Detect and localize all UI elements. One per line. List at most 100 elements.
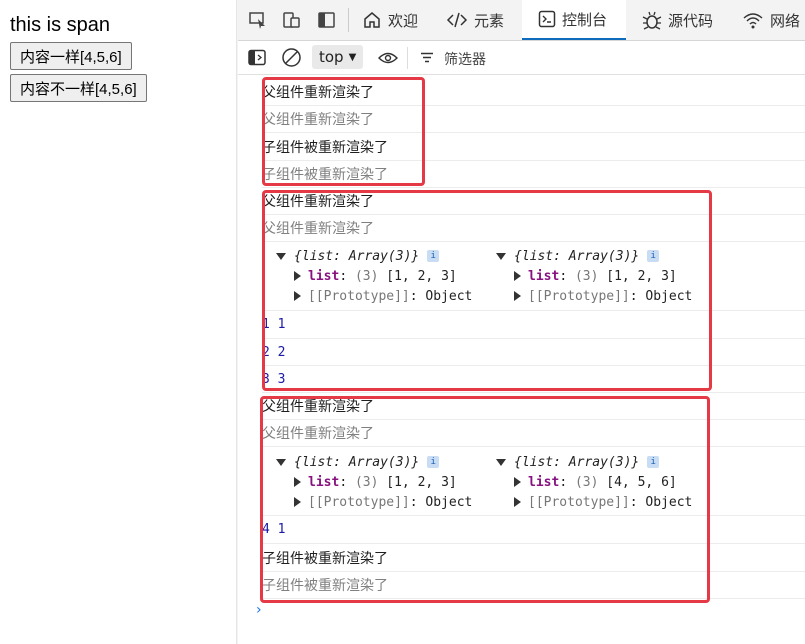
log-message: 子组件被重新渲染了 xyxy=(262,544,805,572)
console-toolbar: top ▼ 筛选器 xyxy=(238,41,805,75)
log-message: 子组件被重新渲染了 xyxy=(262,133,805,161)
object-summary: {list: Array(3)} xyxy=(294,248,420,264)
collapse-triangle-icon xyxy=(514,477,521,487)
object-log[interactable]: {list: Array(3)} i list: (3) [1, 2, 3] [[… xyxy=(496,246,692,306)
page-preview: this is span 内容一样[4,5,6] 内容不一样[4,5,6] xyxy=(0,0,237,644)
tab-welcome[interactable]: 欢迎 xyxy=(362,0,418,40)
collapse-triangle-icon xyxy=(294,497,301,507)
context-value: top xyxy=(319,48,344,66)
log-message: 父组件重新渲染了 xyxy=(262,420,805,447)
same-content-button[interactable]: 内容一样[4,5,6] xyxy=(10,42,132,70)
prototype-value: Object xyxy=(645,494,693,510)
info-icon: i xyxy=(427,456,440,468)
object-summary: {list: Array(3)} xyxy=(514,454,640,470)
collapse-triangle-icon xyxy=(514,271,521,281)
inspect-icon[interactable] xyxy=(248,10,268,30)
log-message: 父组件重新渲染了 xyxy=(262,78,805,106)
filter-icon xyxy=(421,52,433,63)
object-header[interactable]: {list: Array(3)} i xyxy=(496,452,692,472)
info-icon: i xyxy=(647,456,660,468)
filter-input[interactable]: 筛选器 xyxy=(444,49,486,69)
object-property[interactable]: list: (3) [1, 2, 3] xyxy=(276,266,472,286)
object-property[interactable]: list: (3) [1, 2, 3] xyxy=(496,266,692,286)
array-count: (3) xyxy=(354,268,379,284)
console-prompt[interactable]: › xyxy=(256,602,262,618)
device-emulation-icon[interactable] xyxy=(282,10,302,30)
tab-console[interactable]: 控制台 xyxy=(522,0,626,40)
log-message: 父组件重新渲染了 xyxy=(262,106,805,133)
devtools-panel: 欢迎 元素 控制台 源代码 网络 top ▼ 筛选器 父组件重新渲染了 父组件重… xyxy=(238,0,805,644)
expand-triangle-icon xyxy=(276,458,286,466)
object-prototype[interactable]: [[Prototype]]: Object xyxy=(496,286,692,306)
toolbar-divider xyxy=(348,8,349,32)
info-icon: i xyxy=(647,250,660,262)
expand-triangle-icon xyxy=(276,252,286,260)
log-number: 2 2 xyxy=(262,339,805,366)
log-number: 4 1 xyxy=(262,516,805,544)
log-number: 3 3 xyxy=(262,366,805,393)
code-icon xyxy=(446,12,468,28)
property-value: [1, 2, 3] xyxy=(606,268,677,284)
tab-label: 元素 xyxy=(474,11,505,30)
object-prototype[interactable]: [[Prototype]]: Object xyxy=(276,492,472,512)
dropdown-arrow-icon: ▼ xyxy=(348,51,357,63)
object-property[interactable]: list: (3) [1, 2, 3] xyxy=(276,472,472,492)
devtools-tabbar: 欢迎 元素 控制台 源代码 网络 xyxy=(238,0,805,41)
span-text: this is span xyxy=(10,14,111,36)
prototype-key: [[Prototype]] xyxy=(308,288,410,304)
prototype-key: [[Prototype]] xyxy=(308,494,410,510)
array-count: (3) xyxy=(574,474,599,490)
log-message: 父组件重新渲染了 xyxy=(262,393,805,420)
tab-label: 网络 xyxy=(770,11,801,30)
sidebar-toggle-icon[interactable] xyxy=(248,49,266,66)
object-summary: {list: Array(3)} xyxy=(294,454,420,470)
log-message: 子组件被重新渲染了 xyxy=(262,572,805,599)
dock-side-icon[interactable] xyxy=(317,10,337,30)
tab-network[interactable]: 网络 xyxy=(742,0,800,40)
property-key: list xyxy=(308,474,340,490)
wifi-icon xyxy=(743,13,763,29)
object-summary: {list: Array(3)} xyxy=(514,248,640,264)
prototype-key: [[Prototype]] xyxy=(528,288,630,304)
object-header[interactable]: {list: Array(3)} i xyxy=(276,452,472,472)
property-value: [1, 2, 3] xyxy=(386,268,457,284)
expand-triangle-icon xyxy=(496,458,506,466)
clear-console-icon[interactable] xyxy=(281,47,302,68)
object-header[interactable]: {list: Array(3)} i xyxy=(276,246,472,266)
object-property[interactable]: list: (3) [4, 5, 6] xyxy=(496,472,692,492)
prototype-key: [[Prototype]] xyxy=(528,494,630,510)
array-count: (3) xyxy=(354,474,379,490)
live-expression-eye-icon[interactable] xyxy=(378,51,398,65)
console-icon xyxy=(538,10,556,28)
property-key: list xyxy=(528,474,560,490)
home-icon xyxy=(364,12,380,28)
property-value: [4, 5, 6] xyxy=(606,474,677,490)
tab-label: 源代码 xyxy=(668,11,714,30)
collapse-triangle-icon xyxy=(294,271,301,281)
tab-elements[interactable]: 元素 xyxy=(446,0,504,40)
bug-icon xyxy=(642,11,662,30)
different-content-button[interactable]: 内容不一样[4,5,6] xyxy=(10,74,147,102)
prototype-value: Object xyxy=(425,494,473,510)
object-log[interactable]: {list: Array(3)} i list: (3) [1, 2, 3] [[… xyxy=(276,452,472,512)
collapse-triangle-icon xyxy=(294,291,301,301)
prototype-value: Object xyxy=(645,288,693,304)
object-header[interactable]: {list: Array(3)} i xyxy=(496,246,692,266)
object-log[interactable]: {list: Array(3)} i list: (3) [1, 2, 3] [[… xyxy=(276,246,472,306)
property-key: list xyxy=(528,268,560,284)
console-output: 父组件重新渲染了 父组件重新渲染了 子组件被重新渲染了 子组件被重新渲染了 父组… xyxy=(238,75,805,644)
tab-label: 欢迎 xyxy=(388,11,419,30)
log-message: 父组件重新渲染了 xyxy=(262,215,805,242)
property-value: [1, 2, 3] xyxy=(386,474,457,490)
prototype-value: Object xyxy=(425,288,473,304)
collapse-triangle-icon xyxy=(294,477,301,487)
object-prototype[interactable]: [[Prototype]]: Object xyxy=(496,492,692,512)
log-message: 父组件重新渲染了 xyxy=(262,188,805,215)
object-prototype[interactable]: [[Prototype]]: Object xyxy=(276,286,472,306)
log-message: 子组件被重新渲染了 xyxy=(262,161,805,188)
context-select[interactable]: top ▼ xyxy=(312,45,364,69)
tab-sources[interactable]: 源代码 xyxy=(642,0,713,40)
log-number: 1 1 xyxy=(262,311,805,339)
property-key: list xyxy=(308,268,340,284)
object-log[interactable]: {list: Array(3)} i list: (3) [4, 5, 6] [[… xyxy=(496,452,692,512)
